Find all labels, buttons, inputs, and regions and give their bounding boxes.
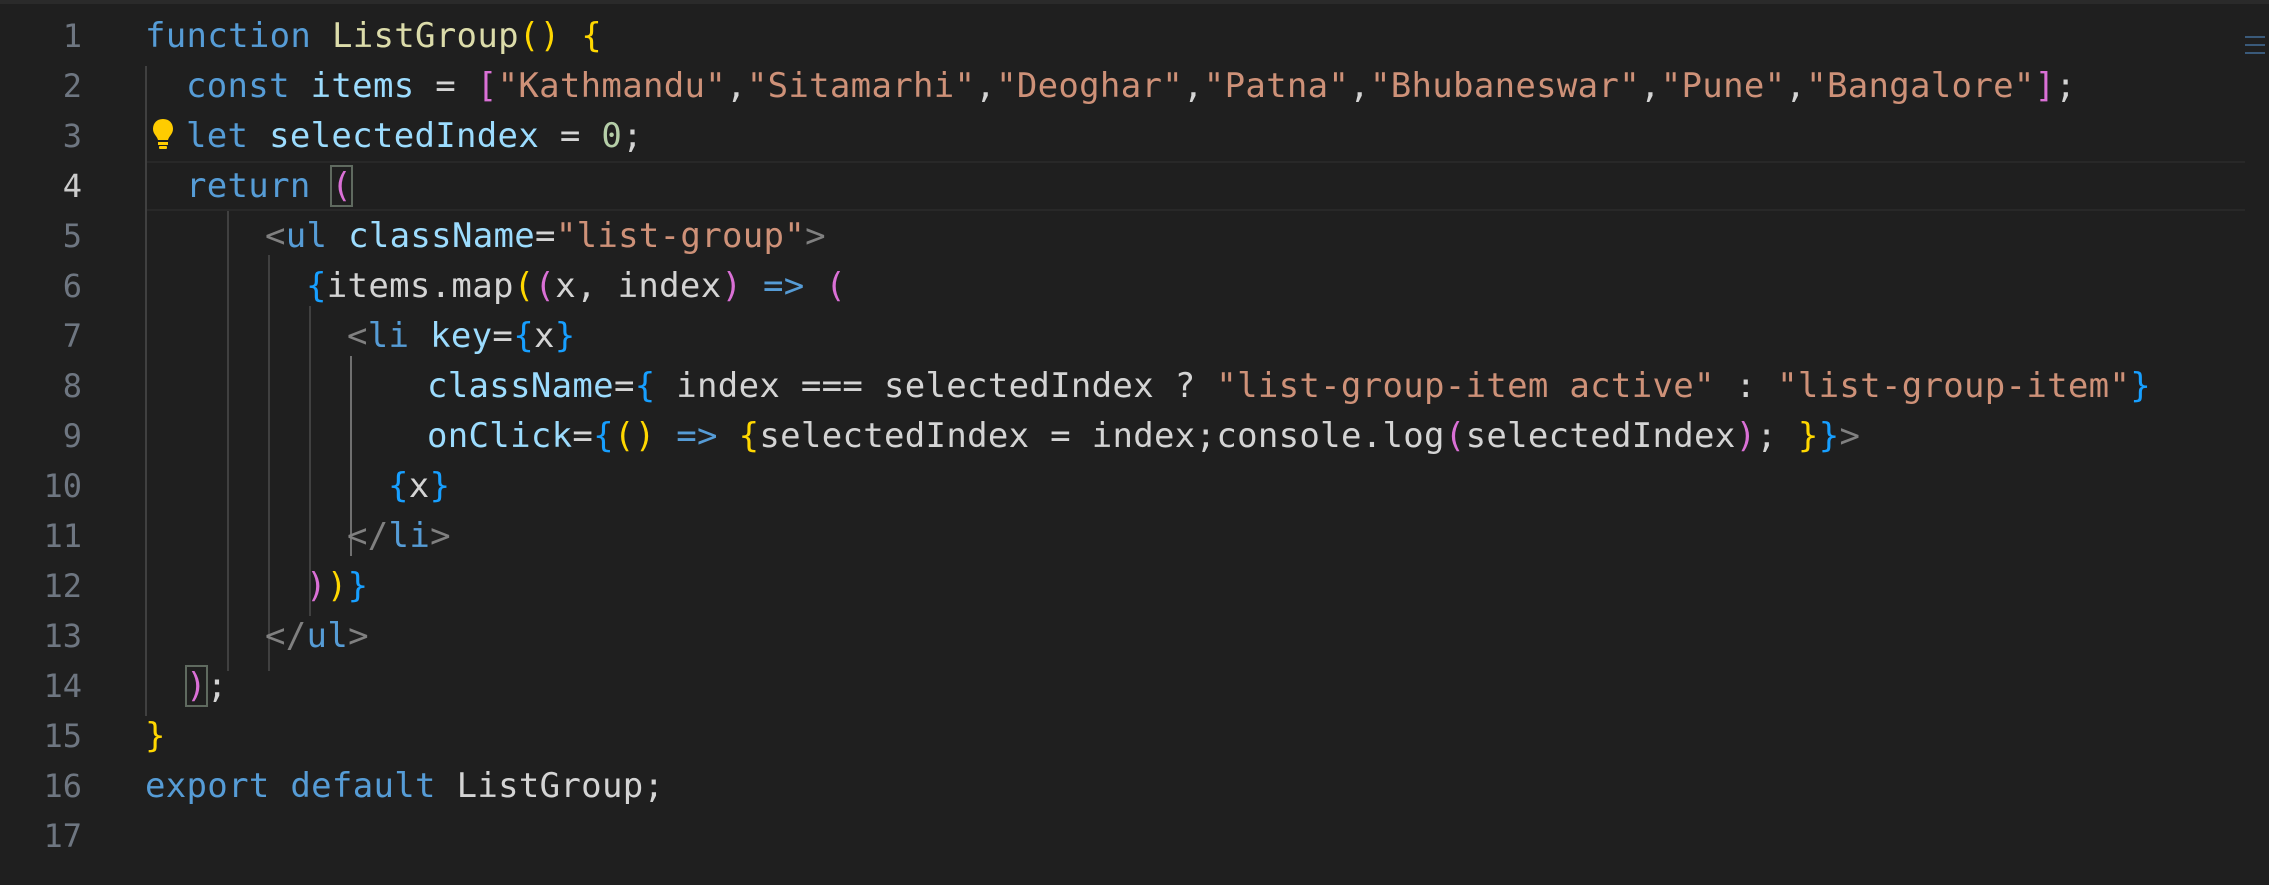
line-number: 6 bbox=[62, 267, 82, 305]
minimap-hint[interactable] bbox=[2245, 30, 2265, 70]
line-code: } bbox=[145, 716, 166, 756]
line-code: ))} bbox=[306, 566, 369, 606]
line-number: 13 bbox=[43, 617, 82, 655]
line-code: export default ListGroup; bbox=[145, 766, 665, 806]
line-code: function ListGroup() { bbox=[145, 16, 602, 56]
editor-top-edge bbox=[0, 0, 2269, 4]
line-code: return ( bbox=[186, 165, 354, 207]
line-number: 8 bbox=[62, 367, 82, 405]
code-line-2[interactable]: 2 const items = ["Kathmandu","Sitamarhi"… bbox=[0, 61, 2245, 111]
line-number: 9 bbox=[62, 417, 82, 455]
code-line-15[interactable]: 15 } bbox=[0, 711, 2245, 761]
line-number: 14 bbox=[43, 667, 82, 705]
line-code: ); bbox=[185, 665, 228, 707]
line-number: 7 bbox=[62, 317, 82, 355]
code-line-17[interactable]: 17 bbox=[0, 811, 2245, 861]
code-line-10[interactable]: 10 {x} bbox=[0, 461, 2245, 511]
line-number: 10 bbox=[43, 467, 82, 505]
line-code: <ul className="list-group"> bbox=[265, 216, 826, 256]
code-line-12[interactable]: 12 ))} bbox=[0, 561, 2245, 611]
code-line-5[interactable]: 5 <ul className="list-group"> bbox=[0, 211, 2245, 261]
line-number-active: 4 bbox=[62, 167, 82, 205]
line-code: onClick={() => {selectedIndex = index;co… bbox=[427, 416, 1861, 456]
code-line-16[interactable]: 16 export default ListGroup; bbox=[0, 761, 2245, 811]
code-line-4[interactable]: 4 return ( bbox=[0, 161, 2245, 211]
line-code: {x} bbox=[388, 466, 451, 506]
code-line-11[interactable]: 11 </li> bbox=[0, 511, 2245, 561]
line-number: 5 bbox=[62, 217, 82, 255]
code-editor[interactable]: 1 function ListGroup() { 2 const items =… bbox=[0, 0, 2269, 885]
line-code: let selectedIndex = 0; bbox=[186, 116, 643, 156]
line-number: 15 bbox=[43, 717, 82, 755]
code-line-7[interactable]: 7 <li key={x} bbox=[0, 311, 2245, 361]
line-number: 1 bbox=[62, 17, 82, 55]
code-line-9[interactable]: 9 onClick={() => {selectedIndex = index;… bbox=[0, 411, 2245, 461]
line-number: 16 bbox=[43, 767, 82, 805]
line-number: 11 bbox=[43, 517, 82, 555]
line-number: 2 bbox=[62, 67, 82, 105]
line-number: 3 bbox=[62, 117, 82, 155]
line-code: className={ index === selectedIndex ? "l… bbox=[427, 366, 2151, 406]
code-line-13[interactable]: 13 </ul> bbox=[0, 611, 2245, 661]
matched-bracket: ) bbox=[185, 665, 208, 707]
code-line-1[interactable]: 1 function ListGroup() { bbox=[0, 11, 2245, 61]
code-line-3[interactable]: 3 let selectedIndex = 0; bbox=[0, 111, 2245, 161]
code-line-8[interactable]: 8 className={ index === selectedIndex ? … bbox=[0, 361, 2245, 411]
code-line-14[interactable]: 14 ); bbox=[0, 661, 2245, 711]
line-code: {items.map((x, index) => ( bbox=[306, 266, 847, 306]
line-code: const items = ["Kathmandu","Sitamarhi","… bbox=[186, 66, 2077, 106]
line-code: <li key={x} bbox=[347, 316, 576, 356]
matched-bracket: ( bbox=[330, 165, 354, 207]
line-code: </ul> bbox=[265, 616, 369, 656]
line-number: 17 bbox=[43, 817, 82, 855]
line-number: 12 bbox=[43, 567, 82, 605]
line-code: </li> bbox=[347, 516, 451, 556]
code-line-6[interactable]: 6 {items.map((x, index) => ( bbox=[0, 261, 2245, 311]
